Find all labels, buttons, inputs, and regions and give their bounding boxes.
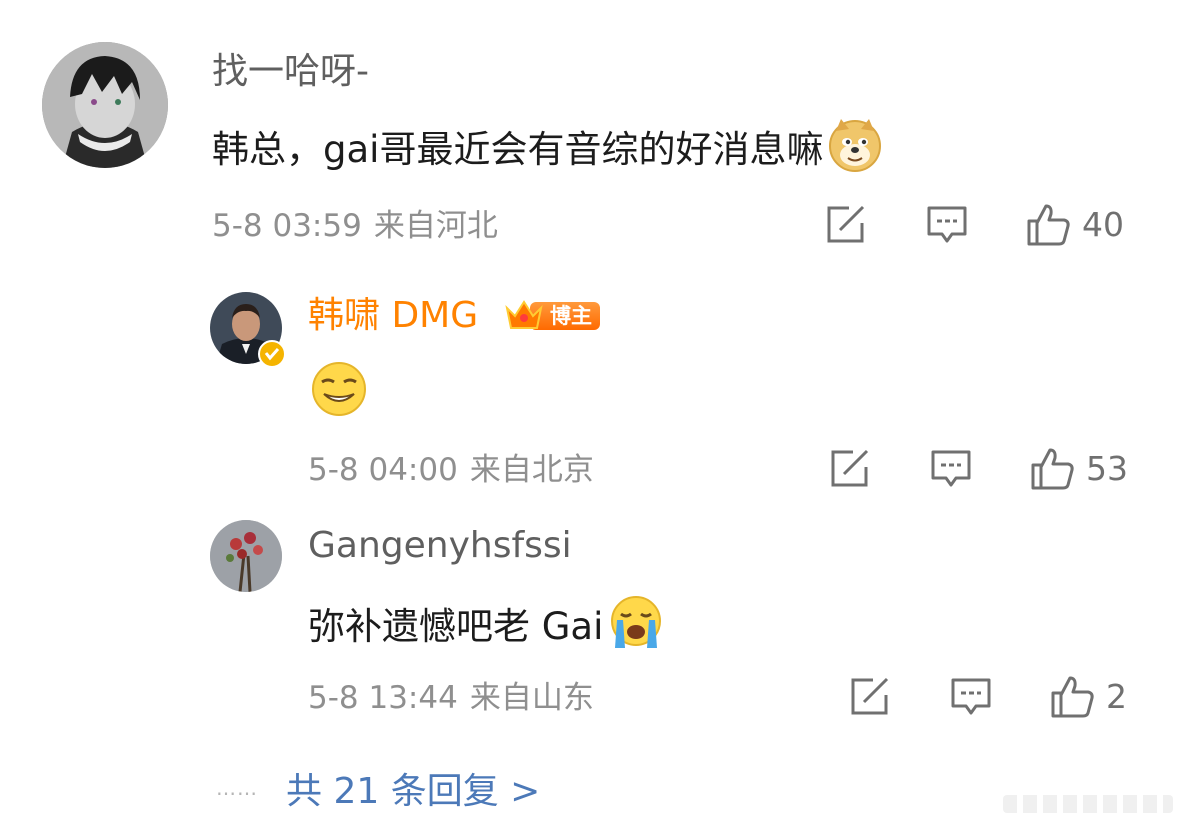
reply-button[interactable] — [926, 205, 968, 245]
like-button[interactable]: 2 — [1050, 674, 1127, 720]
share-button[interactable] — [825, 205, 867, 245]
reply-meta: 5-8 04:00 来自北京 — [308, 452, 594, 488]
comment-username[interactable]: 找一哈呀- — [212, 52, 369, 92]
doge-emoji-icon — [827, 117, 883, 183]
reply-button[interactable] — [930, 449, 972, 489]
reply-time: 5-8 13:44 — [308, 680, 458, 716]
avatar[interactable] — [210, 520, 282, 592]
comment-text-body: 韩总，gai哥最近会有音综的好消息嘛 — [212, 128, 824, 171]
like-count: 53 — [1086, 449, 1128, 488]
comment-time: 5-8 03:59 — [212, 208, 362, 244]
share-button[interactable] — [849, 677, 891, 717]
reply-location: 来自山东 — [469, 680, 594, 716]
avatar[interactable] — [42, 42, 168, 168]
like-icon — [1031, 448, 1074, 490]
comment-icon — [931, 450, 971, 487]
comment-text: 韩总，gai哥最近会有音综的好消息嘛 — [212, 117, 883, 183]
reply-text: 弥补遗憾吧老 Gai — [308, 594, 665, 660]
smirk-emoji-icon — [310, 360, 368, 418]
share-button[interactable] — [829, 449, 871, 489]
comment-meta: 5-8 03:59 来自河北 — [212, 208, 498, 244]
verified-badge-icon — [258, 340, 286, 368]
share-icon — [851, 677, 889, 715]
comment-icon — [951, 678, 991, 715]
reply-username[interactable]: 韩啸 DMG — [308, 296, 478, 336]
ellipsis-divider: …… — [216, 776, 258, 800]
more-replies-row: …… 共 21 条回复 > — [216, 762, 540, 814]
watermark-bar — [1003, 795, 1173, 813]
share-icon — [827, 205, 865, 243]
reply-button[interactable] — [950, 677, 992, 717]
more-replies-link[interactable]: 共 21 条回复 > — [286, 762, 540, 814]
reply-meta: 5-8 13:44 来自山东 — [308, 680, 594, 716]
crying-emoji-icon — [607, 594, 665, 660]
like-button[interactable]: 53 — [1030, 446, 1128, 492]
reply-time: 5-8 04:00 — [308, 452, 458, 488]
comment-icon — [927, 206, 967, 243]
like-count: 40 — [1082, 205, 1124, 244]
like-icon — [1051, 676, 1094, 718]
crown-icon — [505, 300, 543, 329]
reply-username[interactable]: Gangenyhsfssi — [308, 526, 572, 566]
like-count: 2 — [1106, 677, 1127, 716]
like-button[interactable]: 40 — [1026, 202, 1124, 248]
share-icon — [831, 449, 869, 487]
reply-text-body: 弥补遗憾吧老 Gai — [308, 605, 604, 648]
comment-location: 来自河北 — [373, 208, 498, 244]
blogger-badge: 博主 — [504, 298, 600, 334]
reply-location: 来自北京 — [469, 452, 594, 488]
like-icon — [1027, 204, 1070, 246]
